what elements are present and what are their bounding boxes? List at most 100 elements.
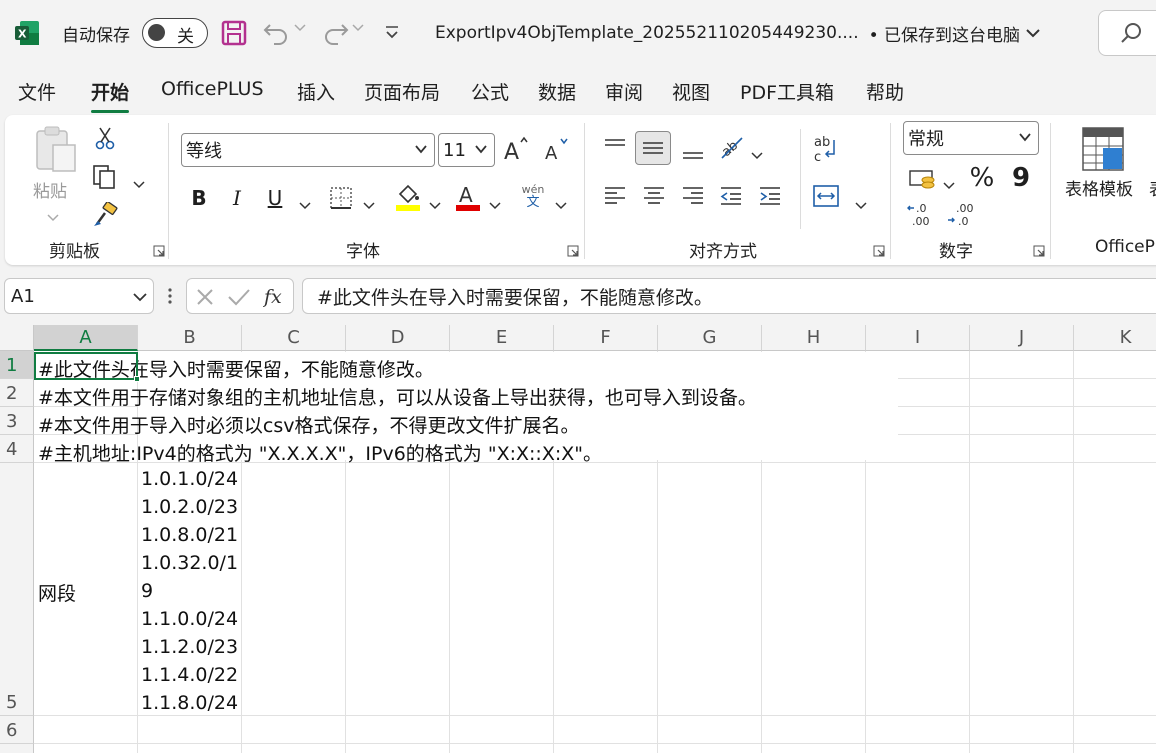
worksheet-grid[interactable]: A B C D E F G H I J K 1 2 3 4 5 6 #此文件头在…	[0, 325, 1156, 753]
accounting-format-icon[interactable]	[907, 165, 939, 193]
cell-b5[interactable]: 1.0.1.0/24 1.0.2.0/23 1.0.8.0/21 1.0.32.…	[141, 465, 238, 717]
autosave-toggle[interactable]: 关	[142, 18, 208, 48]
column-header-d[interactable]: D	[346, 325, 450, 351]
copy-icon[interactable]	[91, 163, 119, 191]
increase-font-size-icon[interactable]: A	[503, 133, 531, 165]
document-title[interactable]: ExportIpv4ObjTemplate_202552110205449230…	[435, 20, 1040, 46]
top-align-icon[interactable]	[601, 133, 629, 161]
wrap-text-icon[interactable]: ab c	[811, 133, 841, 165]
format-painter-icon[interactable]	[91, 201, 119, 229]
orientation-icon[interactable]: ab	[717, 133, 747, 161]
cell-a3[interactable]: #本文件用于导入时必须以csv格式保存，不得更改文件扩展名。	[38, 411, 580, 438]
customize-quick-access-icon[interactable]	[384, 24, 400, 42]
column-header-i[interactable]: I	[866, 325, 970, 351]
tab-pdf-toolbox[interactable]: PDF工具箱	[740, 78, 834, 108]
redo-icon[interactable]	[320, 19, 350, 47]
merge-dropdown-icon[interactable]	[855, 195, 867, 210]
tab-help[interactable]: 帮助	[866, 78, 904, 108]
number-format-combo[interactable]: 常规	[903, 121, 1039, 155]
paste-label[interactable]: 粘贴	[33, 177, 67, 202]
column-header-b[interactable]: B	[138, 325, 242, 351]
paste-icon[interactable]	[31, 125, 81, 175]
table-template-icon[interactable]	[1079, 125, 1127, 173]
formula-bar-splitter-icon[interactable]	[166, 286, 174, 306]
tab-insert[interactable]: 插入	[297, 78, 335, 108]
underline-button[interactable]: U	[263, 183, 287, 213]
row-header-2[interactable]: 2	[0, 379, 34, 407]
column-header-a[interactable]: A	[34, 325, 138, 351]
underline-dropdown-icon[interactable]	[299, 195, 311, 210]
column-header-e[interactable]: E	[450, 325, 554, 351]
row-header-4[interactable]: 4	[0, 435, 34, 463]
column-header-g[interactable]: G	[658, 325, 762, 351]
bold-button[interactable]: B	[187, 183, 211, 213]
paste-dropdown-icon[interactable]	[47, 207, 59, 222]
row-header-7[interactable]	[0, 744, 34, 753]
fill-color-icon[interactable]	[393, 181, 423, 213]
fill-handle[interactable]	[134, 376, 140, 382]
cell-a4[interactable]: #主机地址:IPv4的格式为 "X.X.X.X"，IPv6的格式为 "X:X::…	[38, 439, 602, 466]
font-name-combo[interactable]: 等线	[181, 133, 435, 167]
borders-icon[interactable]	[327, 183, 355, 213]
table-template-label[interactable]: 表格模板	[1065, 175, 1133, 200]
column-header-h[interactable]: H	[762, 325, 866, 351]
column-header-c[interactable]: C	[242, 325, 346, 351]
tab-formulas[interactable]: 公式	[471, 78, 509, 108]
tab-page-layout[interactable]: 页面布局	[364, 78, 440, 108]
redo-dropdown-icon[interactable]	[352, 24, 364, 32]
comma-style-button[interactable]: 9	[1009, 163, 1033, 193]
clipboard-launcher-icon[interactable]	[153, 242, 165, 257]
font-color-dropdown-icon[interactable]	[489, 195, 501, 210]
save-icon[interactable]	[220, 19, 248, 47]
column-header-j[interactable]: J	[970, 325, 1074, 351]
tab-officeplus[interactable]: OfficePLUS	[161, 78, 264, 108]
row-header-6[interactable]: 6	[0, 716, 34, 744]
cell-a5[interactable]: 网段	[38, 579, 76, 606]
undo-icon[interactable]	[262, 19, 292, 47]
bottom-align-icon[interactable]	[679, 137, 707, 165]
orientation-dropdown-icon[interactable]	[751, 145, 763, 160]
tab-data[interactable]: 数据	[538, 78, 576, 108]
tab-review[interactable]: 审阅	[605, 78, 643, 108]
row-header-1[interactable]: 1	[0, 351, 34, 379]
italic-button[interactable]: I	[225, 183, 249, 213]
borders-dropdown-icon[interactable]	[363, 195, 375, 210]
tab-view[interactable]: 视图	[672, 78, 710, 108]
select-all-button[interactable]	[0, 325, 34, 351]
search-button[interactable]	[1098, 10, 1156, 56]
increase-indent-icon[interactable]	[756, 181, 784, 211]
copy-dropdown-icon[interactable]	[133, 174, 145, 189]
insert-function-icon[interactable]: fx	[263, 284, 289, 310]
row-header-5[interactable]: 5	[0, 463, 34, 716]
alignment-launcher-icon[interactable]	[873, 242, 885, 257]
fill-color-dropdown-icon[interactable]	[429, 195, 441, 210]
column-header-f[interactable]: F	[554, 325, 658, 351]
next-ribbon-item-label[interactable]: 表	[1149, 175, 1156, 200]
font-launcher-icon[interactable]	[567, 242, 579, 257]
undo-dropdown-icon[interactable]	[294, 24, 306, 32]
decrease-indent-icon[interactable]	[717, 181, 745, 211]
font-color-icon[interactable]: A	[453, 181, 483, 213]
confirm-entry-icon[interactable]	[227, 287, 251, 307]
cancel-entry-icon[interactable]	[195, 287, 215, 307]
phonetic-dropdown-icon[interactable]	[555, 195, 567, 210]
middle-align-icon[interactable]	[635, 131, 671, 165]
number-launcher-icon[interactable]	[1033, 242, 1045, 257]
cut-icon[interactable]	[93, 125, 117, 151]
align-left-icon[interactable]	[601, 181, 629, 211]
name-box[interactable]: A1	[4, 278, 154, 314]
phonetic-guide-button[interactable]: wén 文	[521, 183, 545, 209]
align-right-icon[interactable]	[679, 181, 707, 211]
tab-file[interactable]: 文件	[18, 78, 56, 108]
cell-a2[interactable]: #本文件用于存储对象组的主机地址信息，可以从设备上导出获得，也可导入到设备。	[38, 383, 757, 410]
decrease-font-size-icon[interactable]: A	[543, 133, 571, 165]
increase-decimal-icon[interactable]: .0.00	[905, 199, 939, 229]
accounting-dropdown-icon[interactable]	[943, 175, 955, 190]
merge-center-icon[interactable]	[811, 181, 841, 211]
font-size-combo[interactable]: 11	[438, 133, 495, 167]
column-header-k[interactable]: K	[1074, 325, 1156, 351]
formula-input[interactable]: #此文件头在导入时需要保留，不能随意修改。	[302, 278, 1156, 314]
row-header-3[interactable]: 3	[0, 407, 34, 435]
percent-style-button[interactable]: %	[967, 163, 997, 193]
tab-home[interactable]: 开始	[91, 78, 130, 113]
